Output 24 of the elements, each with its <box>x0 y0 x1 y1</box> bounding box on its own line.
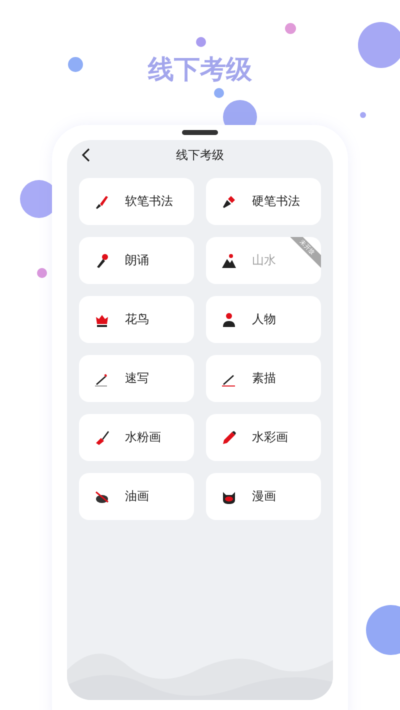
person-icon <box>220 310 238 328</box>
category-tile[interactable]: 硬笔书法 <box>206 178 321 225</box>
category-tile[interactable]: 花鸟 <box>79 296 194 343</box>
category-tile[interactable]: 软笔书法 <box>79 178 194 225</box>
decor-dot <box>360 112 366 118</box>
mountain-icon <box>220 252 238 270</box>
banner-title: 线下考级 <box>148 55 252 85</box>
decor-dot <box>358 22 400 68</box>
category-tile[interactable]: 水彩画 <box>206 414 321 461</box>
decor-dot <box>285 23 296 34</box>
category-tile[interactable]: 水粉画 <box>79 414 194 461</box>
pencil-icon <box>220 428 238 446</box>
decor-dot <box>214 88 224 98</box>
category-tile[interactable]: 素描 <box>206 355 321 402</box>
phone-notch <box>182 130 218 135</box>
category-tile[interactable]: 速写 <box>79 355 194 402</box>
screen-title: 线下考级 <box>176 148 224 162</box>
decor-dot <box>68 57 83 72</box>
decor-dot <box>37 268 47 278</box>
category-tile[interactable]: 朗诵 <box>79 237 194 284</box>
decor-dot <box>196 37 206 47</box>
category-tile[interactable]: 漫画 <box>206 473 321 520</box>
category-tile[interactable]: 人物 <box>206 296 321 343</box>
category-tile[interactable]: 油画 <box>79 473 194 520</box>
